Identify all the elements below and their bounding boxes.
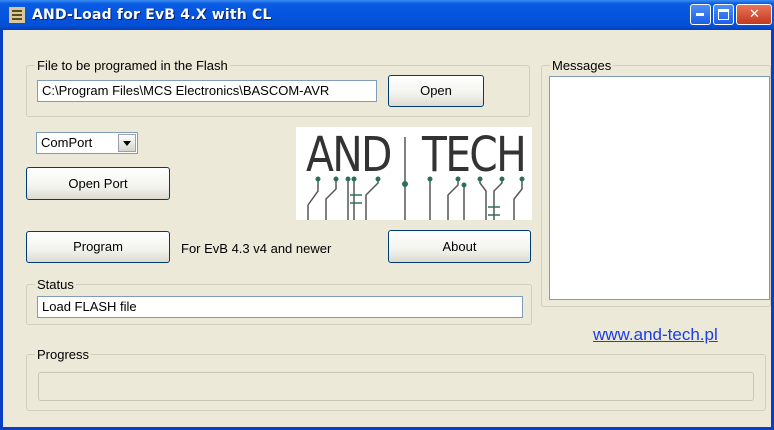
circuit-traces-graphic (307, 137, 525, 220)
evb-version-note: For EvB 4.3 v4 and newer (181, 241, 332, 256)
client-area: File to be programed in the Flash C:\Pro… (3, 27, 771, 427)
open-port-button[interactable]: Open Port (26, 167, 170, 200)
about-button[interactable]: About (388, 230, 531, 263)
progress-bar (38, 372, 754, 401)
status-legend: Status (37, 277, 74, 292)
and-tech-logo: AND TECH (296, 127, 532, 220)
messages-legend: Messages (552, 58, 612, 73)
flash-path-field[interactable]: C:\Program Files\MCS Electronics\BASCOM-… (37, 80, 377, 102)
minimize-button[interactable] (690, 4, 711, 25)
chevron-down-icon (123, 141, 131, 146)
comport-select[interactable]: ComPort (36, 132, 138, 154)
comport-value: ComPort (41, 135, 93, 150)
status-field[interactable]: Load FLASH file (37, 296, 523, 318)
website-link[interactable]: www.and-tech.pl (593, 325, 718, 345)
program-button[interactable]: Program (26, 231, 170, 263)
comport-dropdown-button[interactable] (118, 134, 136, 152)
maximize-icon (718, 9, 729, 20)
progress-legend: Progress (37, 347, 90, 362)
close-icon: ✕ (749, 7, 760, 22)
messages-listbox[interactable] (549, 76, 770, 300)
minimize-icon (696, 13, 704, 16)
app-window: AND-Load for EvB 4.X with CL ✕ File to b… (0, 0, 774, 430)
window-title: AND-Load for EvB 4.X with CL (32, 7, 272, 23)
close-button[interactable]: ✕ (736, 4, 772, 25)
maximize-button[interactable] (713, 4, 734, 25)
flash-file-legend: File to be programed in the Flash (37, 58, 228, 73)
app-icon (9, 7, 25, 23)
title-bar[interactable]: AND-Load for EvB 4.X with CL ✕ (0, 0, 774, 30)
open-button[interactable]: Open (388, 75, 484, 107)
